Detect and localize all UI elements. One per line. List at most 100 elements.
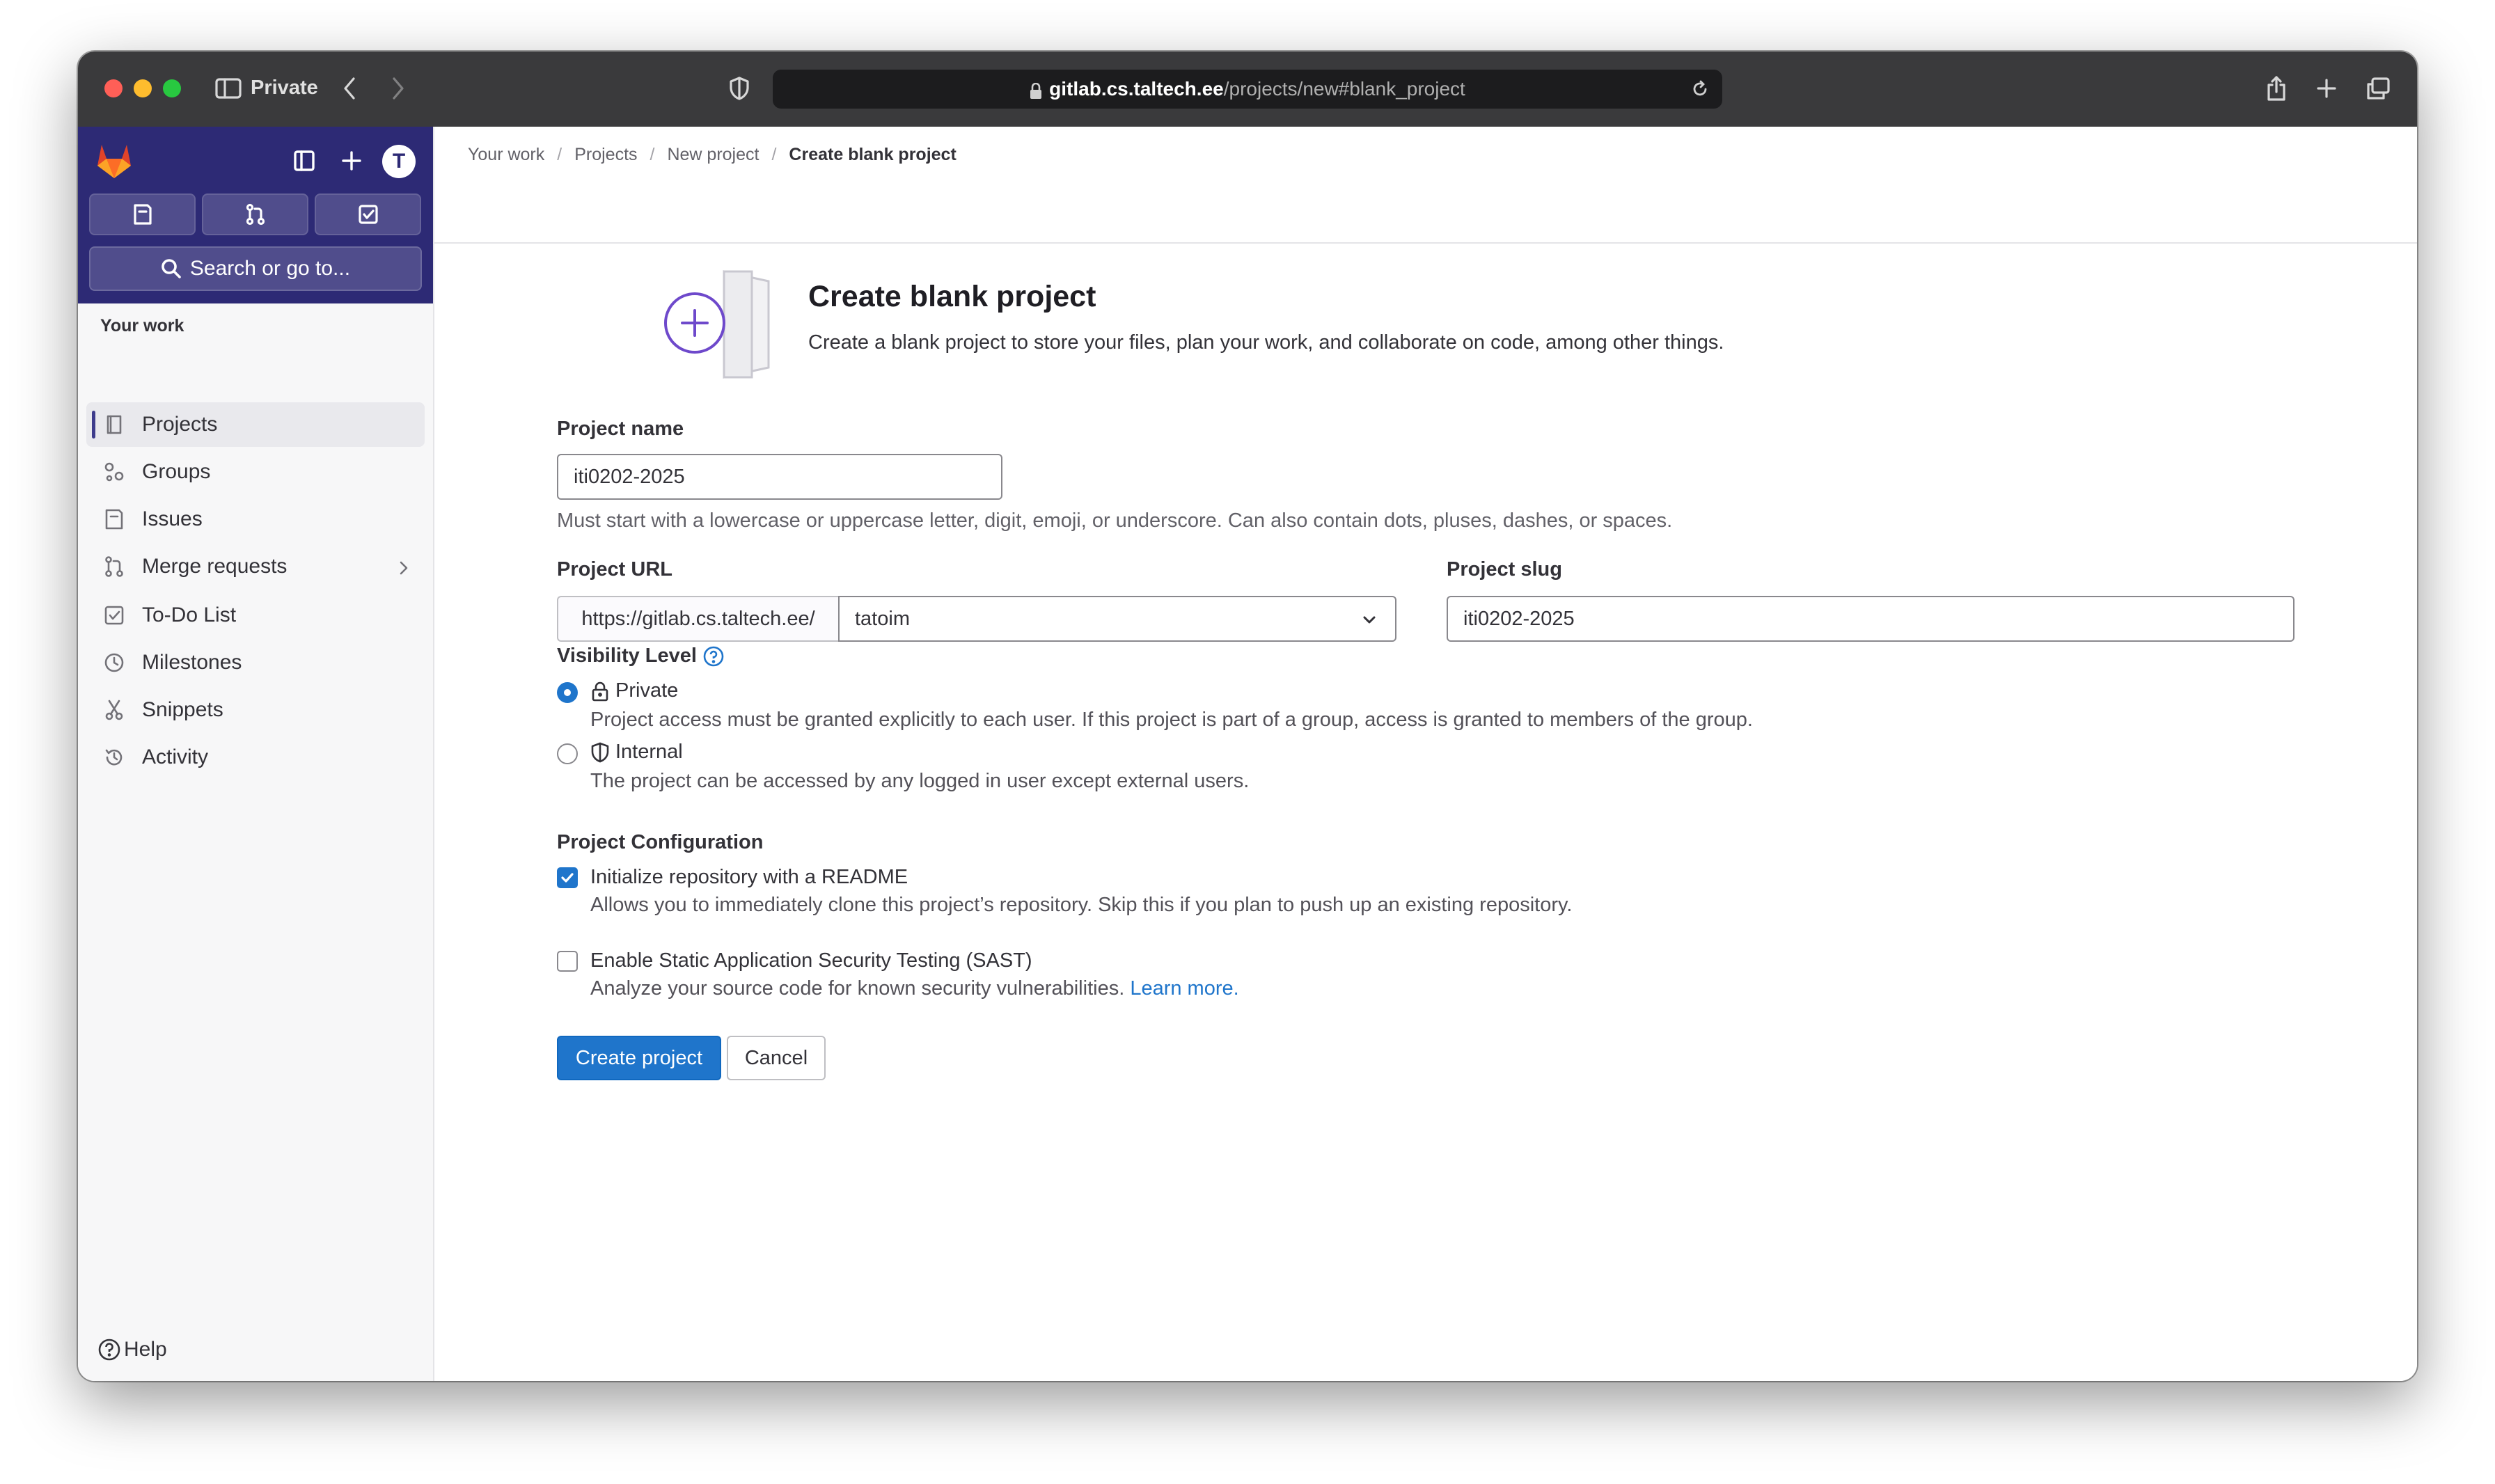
sidebar-item-projects[interactable]: Projects	[86, 402, 425, 447]
help-button[interactable]: Help	[97, 1338, 167, 1361]
sidebar-item-label: Merge requests	[142, 555, 288, 578]
readme-description: Allows you to immediately clone this pro…	[590, 894, 1573, 916]
cancel-button[interactable]: Cancel	[727, 1036, 826, 1080]
help-label: Help	[124, 1338, 167, 1361]
url-host: gitlab.cs.taltech.ee	[1049, 78, 1224, 100]
help-icon	[98, 1339, 120, 1361]
sidebar-item-milestones[interactable]: Milestones	[86, 640, 425, 685]
project-name-label: Project name	[557, 418, 684, 440]
url-prefix: https://gitlab.cs.taltech.ee/	[557, 596, 838, 642]
breadcrumb-current[interactable]: Create blank project	[789, 145, 956, 165]
sidebar-item-label: Activity	[142, 745, 209, 768]
issues-icon	[102, 507, 127, 532]
help-icon[interactable]	[702, 645, 725, 668]
merge-request-icon	[102, 554, 127, 579]
create-project-button[interactable]: Create project	[557, 1036, 721, 1080]
visibility-internal-text: Internal	[615, 741, 683, 763]
visibility-private-description: Project access must be granted explicitl…	[590, 709, 1753, 731]
reload-icon[interactable]	[1690, 79, 1710, 104]
user-avatar[interactable]: T	[382, 145, 416, 178]
visibility-internal-label: Internal	[590, 741, 683, 764]
project-slug-input[interactable]: iti0202-2025	[1447, 596, 2295, 642]
sidebar-item-label: Groups	[142, 460, 211, 483]
gitlab-logo-icon[interactable]	[95, 142, 134, 183]
sidebar-item-issues[interactable]: Issues	[86, 497, 425, 542]
sidebar-item-label: Projects	[142, 413, 218, 436]
sidebar-section-heading: Your work	[100, 316, 184, 336]
chevron-right-icon	[398, 558, 409, 582]
close-window-button[interactable]	[104, 79, 123, 97]
breadcrumb-separator: /	[557, 145, 562, 164]
assigned-issues-button[interactable]	[89, 194, 196, 235]
todo-button[interactable]	[315, 194, 421, 235]
breadcrumb-new-project[interactable]: New project	[667, 145, 759, 165]
address-bar[interactable]: gitlab.cs.taltech.ee/projects/new#blank_…	[773, 70, 1722, 109]
readme-label: Initialize repository with a README	[590, 866, 908, 888]
blank-project-illustration	[657, 266, 776, 384]
readme-checkbox[interactable]	[557, 867, 578, 888]
group-icon	[102, 459, 127, 484]
sast-description-text: Analyze your source code for known secur…	[590, 977, 1125, 1000]
sidebar-item-snippets[interactable]: Snippets	[86, 688, 425, 732]
search-button[interactable]: Search or go to...	[89, 246, 422, 291]
shield-icon	[591, 742, 609, 762]
visibility-private-text: Private	[615, 679, 679, 702]
merge-requests-button[interactable]	[202, 194, 308, 235]
back-icon[interactable]	[336, 71, 363, 106]
sast-description: Analyze your source code for known secur…	[590, 977, 1239, 1000]
project-name-help: Must start with a lowercase or uppercase…	[557, 510, 1673, 532]
namespace-value: tatoim	[855, 607, 910, 630]
share-icon[interactable]	[2262, 71, 2290, 106]
visibility-internal-radio[interactable]	[557, 743, 578, 764]
browser-toolbar: Private gitlab.cs.taltech.ee/projects/ne…	[78, 52, 2417, 127]
namespace-select[interactable]: tatoim	[838, 596, 1396, 642]
sidebar-item-label: Issues	[142, 507, 203, 530]
zoom-window-button[interactable]	[163, 79, 181, 97]
learn-more-link[interactable]: Learn more.	[1130, 977, 1238, 1000]
sast-label: Enable Static Application Security Testi…	[590, 949, 1032, 972]
page-title: Create blank project	[808, 280, 1096, 313]
visibility-level-label: Visibility Level	[557, 645, 697, 667]
merge-request-icon	[246, 203, 265, 226]
sast-checkbox[interactable]	[557, 951, 578, 972]
history-icon	[102, 745, 127, 770]
breadcrumb-your-work[interactable]: Your work	[468, 145, 544, 165]
visibility-level-heading: Visibility Level	[557, 645, 725, 668]
chevron-down-icon	[1363, 616, 1376, 624]
issues-icon	[133, 204, 152, 225]
checkmark-icon	[561, 873, 574, 883]
sidebar-item-merge-requests[interactable]: Merge requests	[86, 544, 425, 589]
project-name-input[interactable]: iti0202-2025	[557, 454, 1002, 500]
minimize-window-button[interactable]	[134, 79, 152, 97]
visibility-internal-description: The project can be accessed by any logge…	[590, 770, 1250, 792]
visibility-private-label: Private	[590, 679, 678, 702]
sidebar-item-activity[interactable]: Activity	[86, 735, 425, 780]
create-new-icon[interactable]	[333, 142, 370, 180]
tab-overview-icon[interactable]	[2364, 71, 2392, 106]
breadcrumb-separator: /	[771, 145, 777, 164]
private-browsing-label: Private	[251, 77, 318, 99]
breadcrumb: Your work / Projects / New project / Cre…	[434, 127, 2417, 244]
project-slug-label: Project slug	[1447, 558, 1562, 581]
project-url-label: Project URL	[557, 558, 672, 581]
search-icon	[162, 259, 181, 278]
sidebar: T Search or go to... Your work Projects …	[78, 127, 434, 1381]
forward-icon[interactable]	[384, 71, 412, 106]
lock-icon	[592, 681, 608, 701]
sidebar-item-label: Milestones	[142, 651, 242, 674]
new-tab-icon[interactable]	[2313, 71, 2340, 106]
todo-icon	[358, 205, 378, 224]
privacy-shield-icon[interactable]	[725, 71, 753, 106]
project-icon	[102, 412, 127, 437]
sidebar-item-groups[interactable]: Groups	[86, 450, 425, 494]
collapse-sidebar-icon[interactable]	[285, 142, 323, 180]
sidebar-item-todo-list[interactable]: To-Do List	[86, 593, 425, 638]
breadcrumb-projects[interactable]: Projects	[574, 145, 637, 165]
breadcrumb-separator: /	[650, 145, 655, 164]
sidebar-item-label: Snippets	[142, 698, 223, 721]
sidebar-item-label: To-Do List	[142, 603, 237, 626]
sidebar-toggle-icon[interactable]	[214, 71, 242, 106]
lock-icon	[1030, 82, 1042, 99]
visibility-private-radio[interactable]	[557, 682, 578, 703]
sidebar-header: T Search or go to...	[78, 127, 433, 303]
